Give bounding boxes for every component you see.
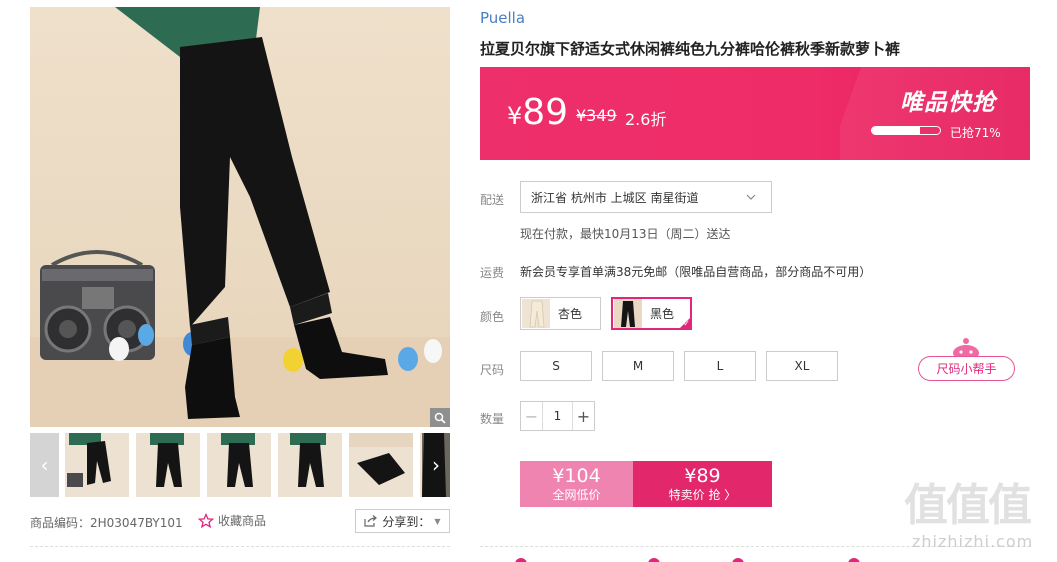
delivery-estimate: 现在付款，最快10月13日（周二）送达 — [520, 227, 731, 241]
size-option-s[interactable]: S — [520, 351, 592, 381]
quantity-value[interactable]: 1 — [543, 409, 572, 423]
color-option-label: 杏色 — [558, 307, 583, 321]
lowest-price-panel: ¥104 全网低价 — [520, 461, 633, 507]
share-dropdown[interactable]: 分享到： ▼ — [355, 509, 450, 533]
service-dot-icon — [848, 558, 860, 562]
chevron-down-icon — [746, 194, 756, 200]
share-label: 分享到： — [382, 514, 431, 529]
color-label: 颜色 — [480, 310, 505, 324]
size-option-l[interactable]: L — [684, 351, 756, 381]
size-option-xl[interactable]: XL — [766, 351, 838, 381]
favorite-button[interactable]: 收藏商品 — [198, 512, 266, 529]
favorite-label: 收藏商品 — [218, 514, 267, 528]
brand-link[interactable]: Puella — [480, 9, 525, 27]
yen-symbol: ¥ — [507, 102, 523, 130]
original-price: ¥349 — [576, 106, 617, 125]
lowest-price-label: 全网低价 — [552, 488, 601, 502]
product-main-image[interactable] — [30, 7, 450, 427]
sku-code: 商品编码：2H03047BY101 — [30, 516, 183, 530]
watermark-glyphs: 值值值 — [904, 480, 1032, 531]
caret-down-icon: ▼ — [434, 516, 441, 526]
checkmark-icon: ✓ — [683, 319, 690, 328]
color-option-apricot[interactable]: 杏色 — [520, 297, 601, 330]
discount-label: 2.6折 — [625, 110, 667, 129]
buy-box: ¥104 全网低价 ¥89 特卖价 抢 〉 — [520, 461, 772, 507]
quantity-plus-button[interactable]: + — [572, 402, 594, 430]
color-swatch-apricot — [522, 299, 550, 328]
size-helper-button[interactable]: 尺码小帮手 — [918, 356, 1015, 381]
size-option-m[interactable]: M — [602, 351, 674, 381]
sold-progress-fill — [872, 127, 921, 134]
thumbnail-2[interactable] — [136, 433, 200, 497]
current-price: ¥89 — [507, 91, 568, 138]
site-watermark: 值值值 zhizhizhi.com — [904, 480, 1052, 556]
color-option-label: 黑色 — [650, 307, 675, 321]
thumbnail-4[interactable] — [278, 433, 342, 497]
color-swatch-black — [614, 299, 642, 328]
share-icon — [364, 515, 378, 527]
address-value: 浙江省 杭州市 上城区 南星街道 — [531, 190, 699, 205]
thumb-next-button[interactable]: › — [422, 433, 450, 497]
service-dot-icon — [648, 558, 660, 562]
lowest-price-value: ¥104 — [552, 465, 601, 487]
magnifier-icon — [434, 412, 446, 424]
thumbnail-strip: ‹ › — [30, 433, 450, 497]
chevron-left-icon: ‹ — [40, 453, 49, 477]
delivery-label: 配送 — [480, 193, 505, 207]
product-title: 拉夏贝尔旗下舒适女式休闲裤纯色九分裤哈伦裤秋季新款萝卜裤 — [480, 40, 901, 58]
promo-title: 唯品快抢 — [900, 90, 996, 116]
special-price-value: ¥89 — [684, 465, 721, 487]
watermark-url: zhizhizhi.com — [912, 532, 1034, 551]
quantity-label: 数量 — [480, 412, 505, 426]
buy-now-button[interactable]: ¥89 特卖价 抢 〉 — [633, 461, 772, 507]
current-price-value: 89 — [522, 92, 569, 133]
thumbnail-5[interactable] — [349, 433, 413, 497]
product-photo — [30, 7, 450, 427]
address-select[interactable]: 浙江省 杭州市 上城区 南星街道 — [520, 181, 772, 213]
color-option-black[interactable]: 黑色 ✓ — [611, 297, 692, 330]
thumbnail-3[interactable] — [207, 433, 271, 497]
sold-percentage: 已抢71% — [950, 126, 1001, 140]
star-icon — [198, 512, 214, 528]
product-meta-row: 商品编码：2H03047BY101 收藏商品 分享到： ▼ — [30, 509, 450, 533]
freight-label: 运费 — [480, 266, 505, 280]
thumb-prev-button[interactable]: ‹ — [30, 433, 59, 497]
service-dot-icon — [515, 558, 527, 562]
special-price-label: 特卖价 抢 〉 — [668, 488, 737, 502]
thumbnail-1[interactable] — [65, 433, 129, 497]
zoom-button[interactable] — [430, 408, 450, 427]
chevron-right-icon: › — [432, 453, 440, 477]
quantity-stepper: − 1 + — [520, 401, 595, 431]
price-banner: ¥89 ¥349 2.6折 唯品快抢 已抢71% — [480, 67, 1030, 160]
freight-info: 新会员专享首单满38元免邮（限唯品自营商品，部分商品不可用） — [520, 265, 872, 279]
quantity-minus-button[interactable]: − — [521, 402, 543, 430]
divider-left — [30, 546, 450, 547]
sold-progress-bar — [871, 126, 941, 135]
service-dot-icon — [732, 558, 744, 562]
size-label: 尺码 — [480, 363, 505, 377]
